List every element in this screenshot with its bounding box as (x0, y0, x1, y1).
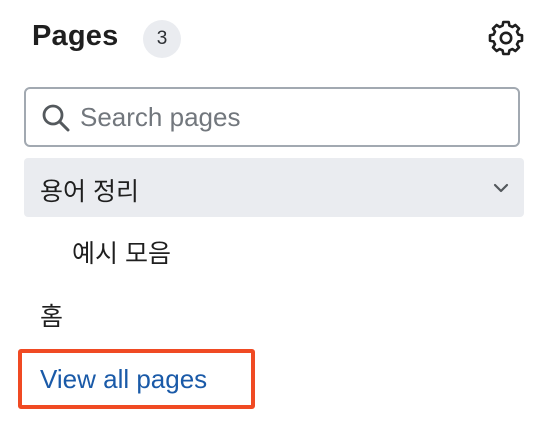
page-item[interactable]: 홈 (40, 297, 63, 333)
search-input[interactable] (80, 97, 500, 137)
search-box[interactable] (24, 87, 520, 147)
settings-button[interactable] (488, 20, 524, 56)
page-group-item[interactable]: 용어 정리 (24, 158, 524, 217)
page-title: Pages (32, 20, 119, 52)
page-subitem[interactable]: 예시 모음 (72, 234, 171, 270)
search-icon (42, 104, 70, 132)
page-count-badge: 3 (143, 20, 181, 58)
chevron-down-icon[interactable] (492, 179, 510, 197)
view-all-highlight: View all pages (18, 349, 255, 409)
page-group-label: 용어 정리 (40, 178, 139, 206)
gear-icon (488, 20, 524, 56)
view-all-pages-link[interactable]: View all pages (40, 364, 207, 395)
pages-header: Pages 3 (32, 18, 524, 62)
